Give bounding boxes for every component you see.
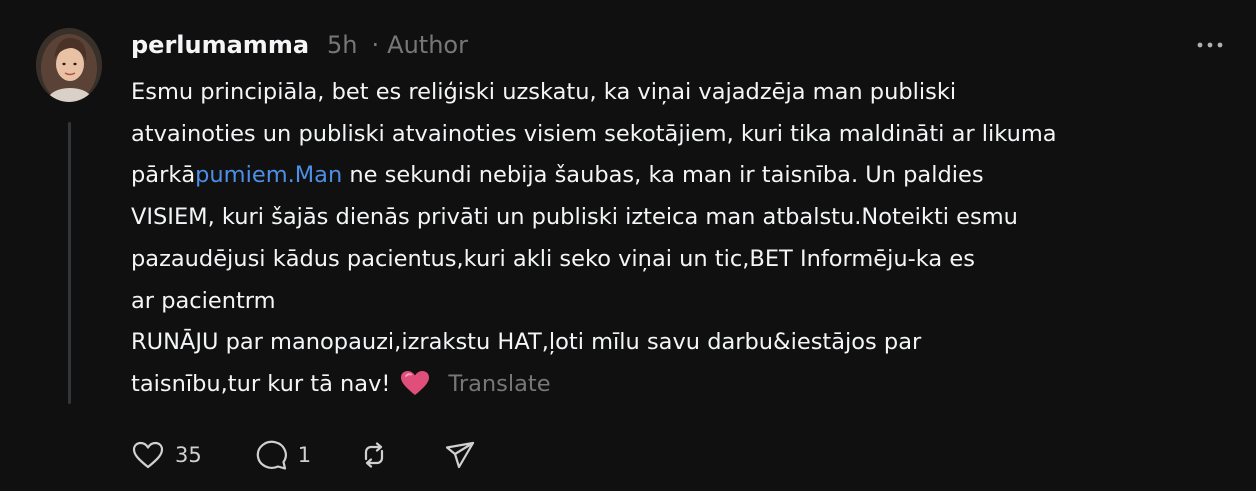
body-line: pārkāpumiem.Man ne sekundi nebija šaubas… xyxy=(131,155,1211,197)
post-body: Esmu principiāla, bet es reliģiski uzska… xyxy=(131,72,1211,411)
more-options-button[interactable] xyxy=(1194,30,1226,60)
pink-heart-icon xyxy=(400,369,430,411)
share-button[interactable] xyxy=(444,439,476,471)
body-line: RUNĀJU par manopauzi,izrakstu HAT,ļoti m… xyxy=(131,329,922,356)
repost-button[interactable] xyxy=(358,439,390,471)
more-options-icon xyxy=(1197,42,1223,48)
translate-button[interactable]: Translate xyxy=(448,371,550,397)
body-line: pazaudējusi kādus pacientus,kuri akli se… xyxy=(131,245,975,272)
reply-count: 1 xyxy=(297,443,312,467)
share-icon xyxy=(446,441,475,469)
body-line: VISIEM, kuri šajās dienās privāti un pub… xyxy=(131,204,1018,231)
thread-line xyxy=(68,122,71,404)
body-line: atvainoties un publiski atvainoties visi… xyxy=(131,120,1057,147)
comment-icon xyxy=(256,440,287,470)
body-text: ne sekundi nebija šaubas, ka man ir tais… xyxy=(342,162,984,189)
separator: · xyxy=(371,31,380,59)
post-header: perlumamma 5h · Author xyxy=(131,28,468,62)
like-count: 35 xyxy=(175,443,202,467)
thread-post: perlumamma 5h · Author Esmu principiāla,… xyxy=(0,0,1256,491)
heart-icon xyxy=(132,441,164,469)
like-button[interactable]: 35 xyxy=(131,440,202,470)
username[interactable]: perlumamma xyxy=(131,31,309,59)
body-link[interactable]: pumiem.Man xyxy=(195,162,342,188)
reply-button[interactable]: 1 xyxy=(254,439,311,471)
body-text: taisnību,tur kur tā nav! xyxy=(131,370,391,397)
author-badge: Author xyxy=(387,31,468,59)
repost-icon xyxy=(365,442,384,468)
action-bar: 35 1 xyxy=(131,437,476,473)
body-line: ar pacientrm xyxy=(131,287,276,314)
post-time[interactable]: 5h xyxy=(327,31,357,59)
body-text: pārkā xyxy=(131,162,196,189)
body-line-last: taisnību,tur kur tā nav! Translate xyxy=(131,364,1211,411)
body-line: Esmu principiāla, bet es reliģiski uzska… xyxy=(131,79,957,105)
avatar[interactable] xyxy=(36,28,102,102)
